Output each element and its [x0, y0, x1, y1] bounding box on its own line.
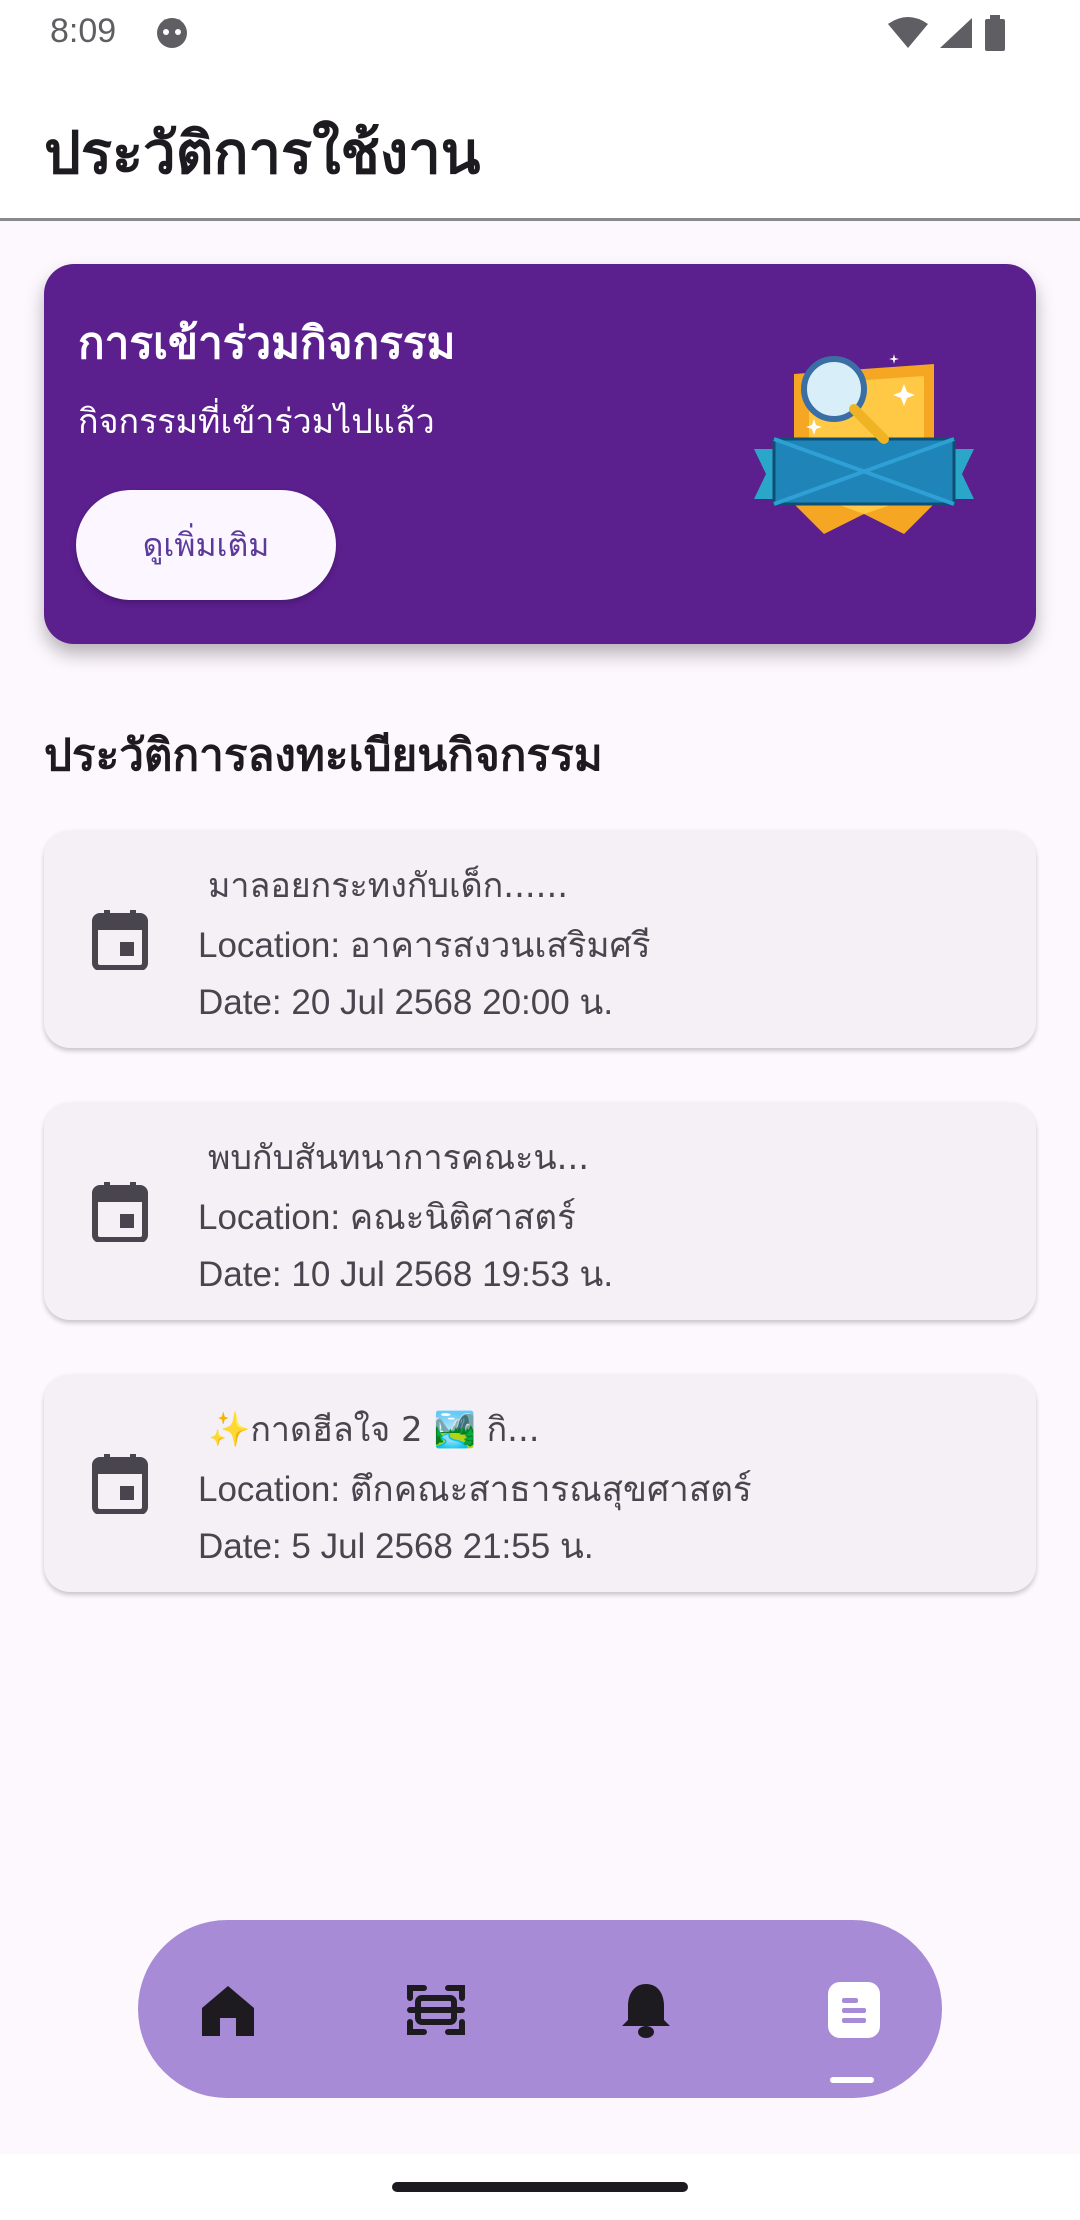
- badge-illustration-icon: [754, 344, 974, 558]
- history-icon[interactable]: [822, 1978, 886, 2042]
- activity-title: พบกับสันทนาการคณะน...: [208, 1138, 590, 1178]
- activity-date: Date: 20 Jul 2568 20:00 น.: [198, 983, 614, 1022]
- home-icon[interactable]: [196, 1978, 260, 2042]
- activity-date: Date: 5 Jul 2568 21:55 น.: [198, 1527, 594, 1566]
- history-card[interactable]: มาลอยกระทงกับเด็ก...... Location: อาคารส…: [44, 830, 1036, 1048]
- face-icon: [154, 15, 190, 55]
- history-card[interactable]: ✨กาดฮีลใจ 2 🏞️ กิ... Location: ตึกคณะสาธ…: [44, 1374, 1036, 1592]
- active-tab-indicator: [830, 2077, 874, 2083]
- activity-location: Location: คณะนิติศาสตร์: [198, 1198, 576, 1237]
- calendar-icon: [92, 1454, 148, 1518]
- bottom-navigation: [138, 1920, 942, 2098]
- scan-icon[interactable]: [404, 1978, 468, 2042]
- attendance-banner: การเข้าร่วมกิจกรรม กิจกรรมที่เข้าร่วมไปแ…: [44, 264, 1036, 644]
- see-more-button[interactable]: ดูเพิ่มเติม: [76, 490, 336, 600]
- activity-location: Location: อาคารสงวนเสริมศรี: [198, 926, 651, 965]
- status-time: 8:09: [50, 12, 117, 50]
- bell-icon[interactable]: [614, 1978, 678, 2042]
- history-card[interactable]: พบกับสันทนาการคณะน... Location: คณะนิติศ…: [44, 1102, 1036, 1320]
- banner-subtitle: กิจกรรมที่เข้าร่วมไปแล้ว: [78, 402, 435, 442]
- gesture-handle[interactable]: [392, 2182, 688, 2192]
- calendar-icon: [92, 1182, 148, 1246]
- calendar-icon: [92, 910, 148, 974]
- wifi-icon: [888, 16, 928, 54]
- status-bar: 8:09: [0, 0, 1080, 66]
- activity-date: Date: 10 Jul 2568 19:53 น.: [198, 1255, 614, 1294]
- activity-title: ✨กาดฮีลใจ 2 🏞️ กิ...: [208, 1410, 540, 1450]
- app-bar: ประวัติการใช้งาน: [0, 66, 1080, 221]
- activity-location: Location: ตึกคณะสาธารณสุขศาสตร์: [198, 1470, 752, 1509]
- banner-title: การเข้าร่วมกิจกรรม: [78, 318, 456, 369]
- page-title: ประวัติการใช้งาน: [44, 119, 481, 187]
- signal-icon: [938, 16, 974, 54]
- section-title: ประวัติการลงทะเบียนกิจกรรม: [44, 730, 603, 781]
- activity-title: มาลอยกระทงกับเด็ก......: [208, 866, 569, 906]
- battery-icon: [984, 15, 1006, 55]
